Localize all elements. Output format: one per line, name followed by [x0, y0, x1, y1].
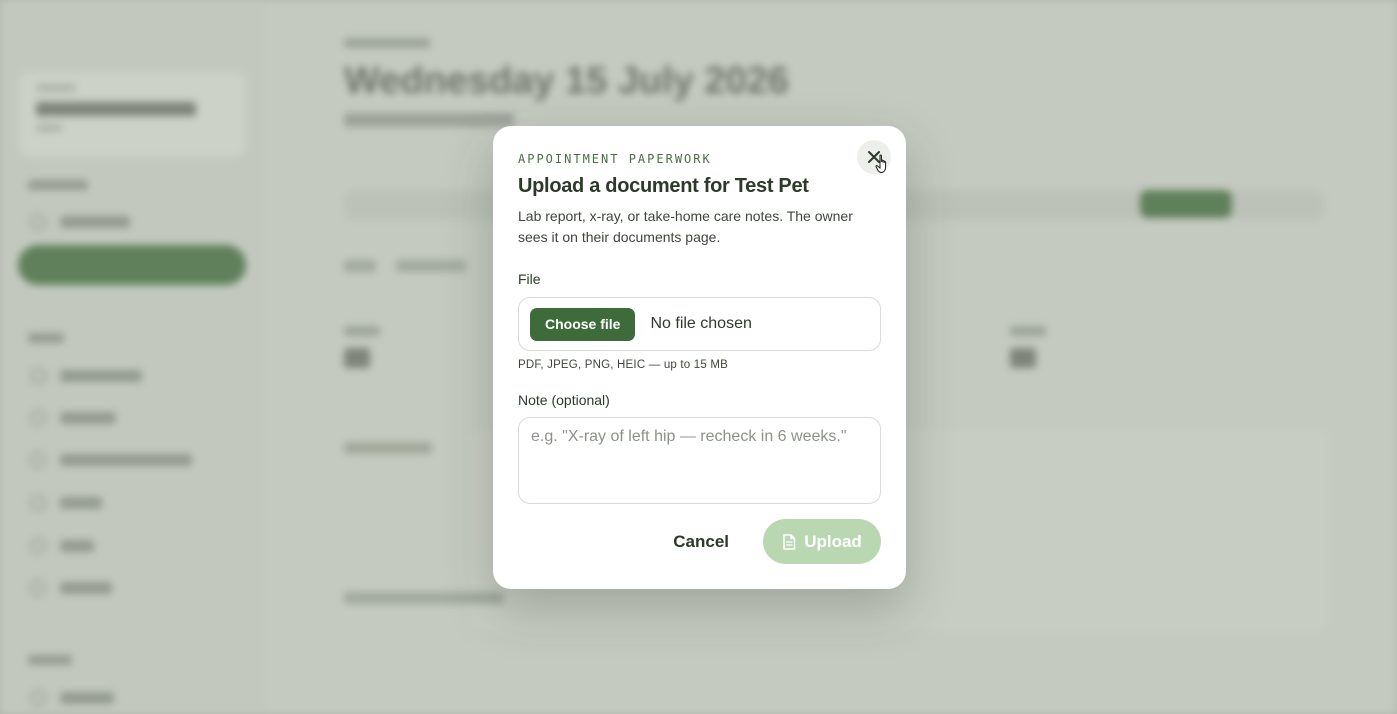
dialog-actions: Cancel Upload	[518, 519, 881, 564]
note-field-label: Note (optional)	[518, 392, 610, 408]
dialog-title: Upload a document for Test Pet	[518, 175, 809, 197]
file-field-label: File	[518, 271, 541, 287]
document-icon	[783, 533, 796, 550]
file-input[interactable]: Choose file No file chosen	[518, 297, 881, 351]
hand-pointer-icon	[875, 154, 887, 174]
file-status-text: No file chosen	[650, 315, 752, 332]
upload-button[interactable]: Upload	[763, 519, 881, 564]
upload-button-label: Upload	[804, 531, 862, 551]
choose-file-button[interactable]: Choose file	[530, 307, 636, 341]
cancel-button[interactable]: Cancel	[673, 532, 729, 552]
file-format-hint: PDF, JPEG, PNG, HEIC — up to 15 MB	[518, 359, 729, 371]
dialog-eyebrow: APPOINTMENT PAPERWORK	[518, 152, 712, 166]
dialog-description: Lab report, x-ray, or take-home care not…	[518, 208, 853, 245]
note-textarea[interactable]	[518, 417, 881, 504]
upload-document-dialog: APPOINTMENT PAPERWORK Upload a document …	[493, 126, 906, 589]
